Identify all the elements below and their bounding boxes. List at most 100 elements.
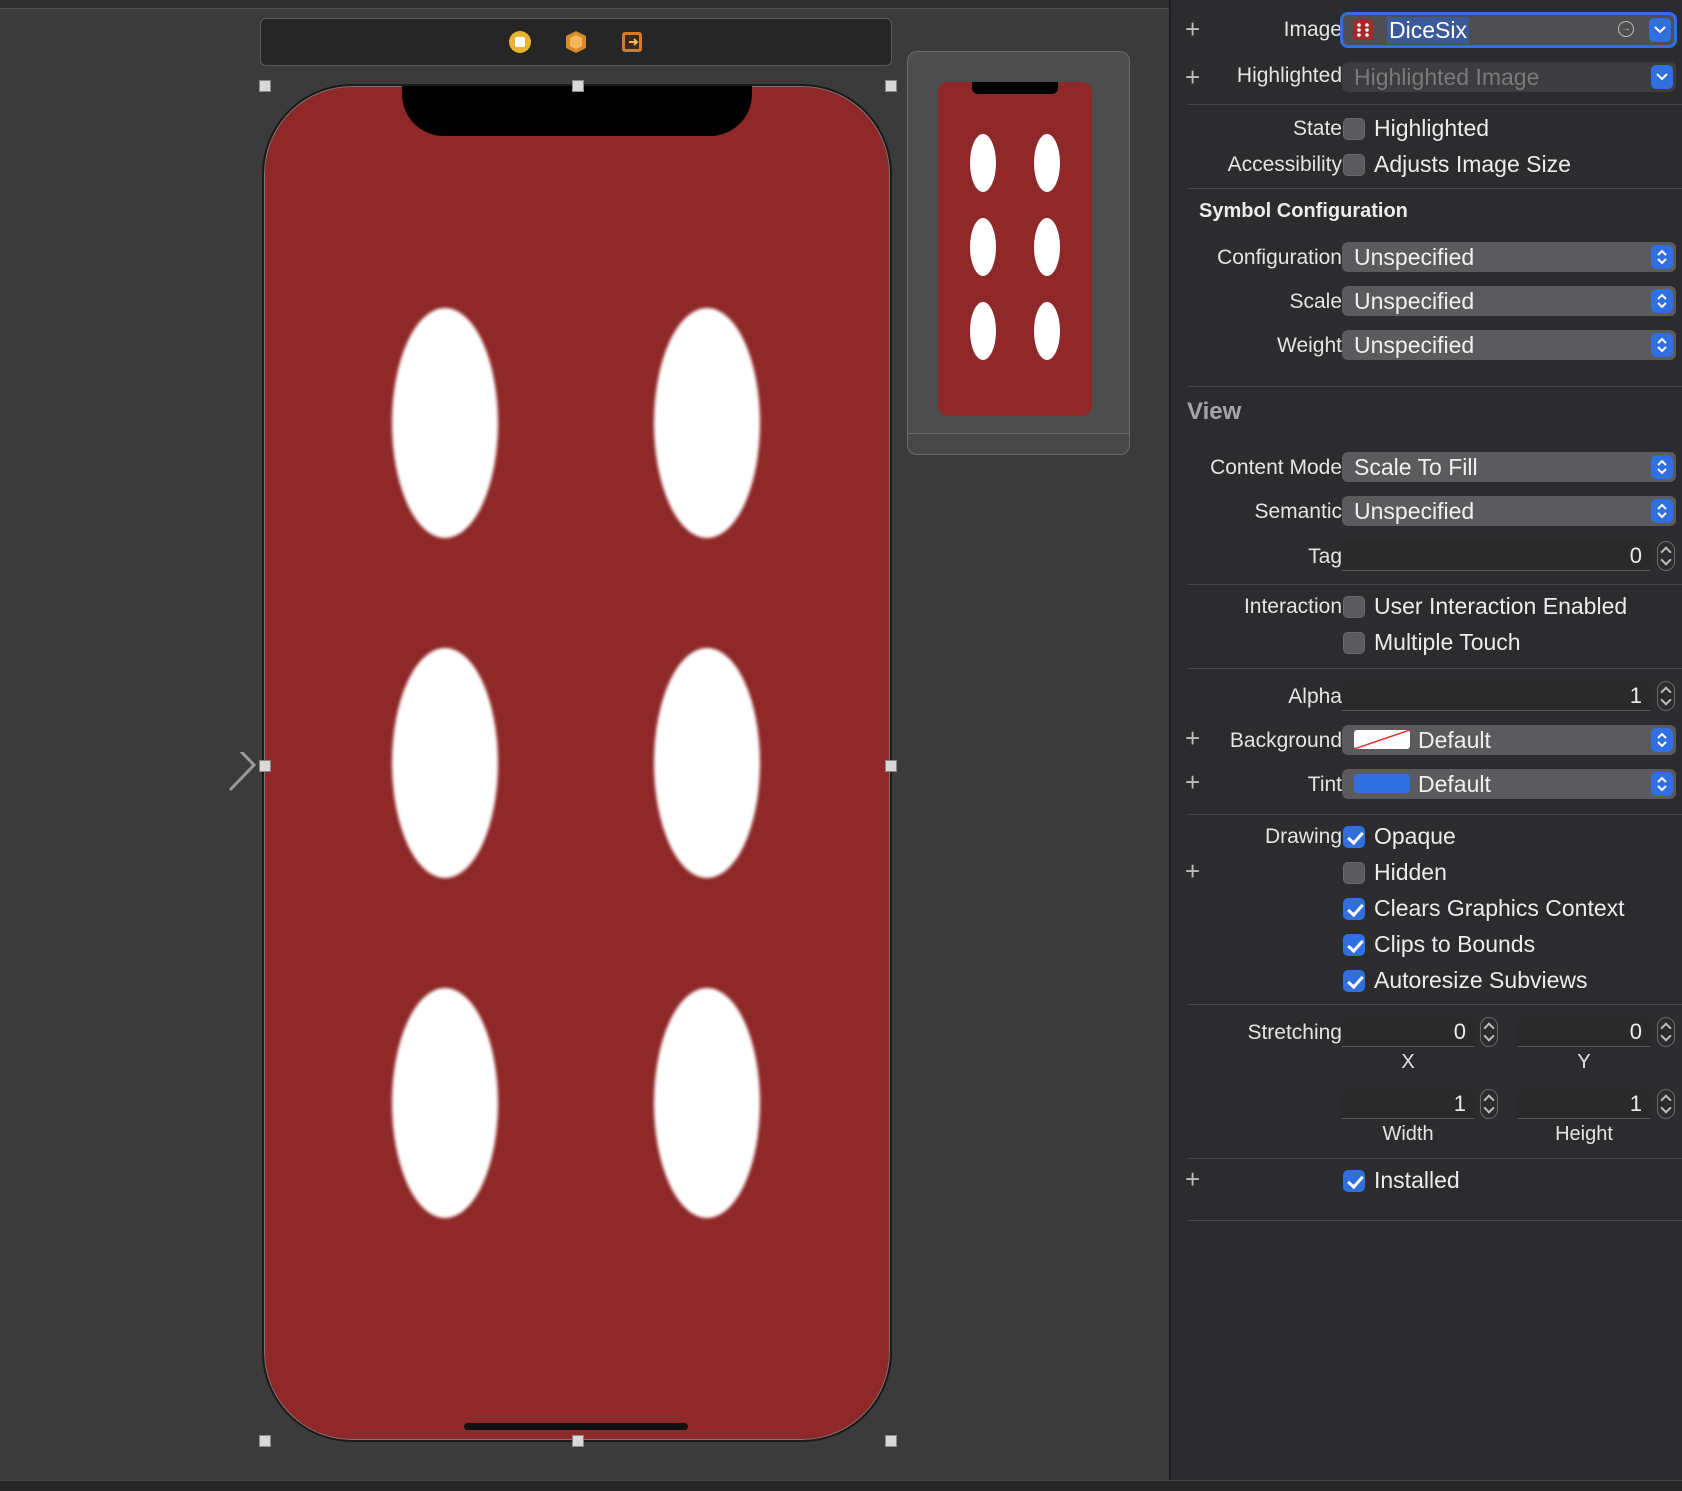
scale-popup[interactable]: Unspecified xyxy=(1342,286,1676,316)
installed-label[interactable]: Installed xyxy=(1374,1167,1460,1194)
background-label: Background xyxy=(1229,729,1342,752)
add-variation-icon[interactable]: + xyxy=(1185,14,1200,45)
add-variation-icon[interactable]: + xyxy=(1185,767,1200,798)
stretching-x-value: 0 xyxy=(1453,1019,1466,1044)
dice-pip xyxy=(392,648,498,878)
alpha-field[interactable]: 1 xyxy=(1342,681,1650,711)
stretching-label: Stretching xyxy=(1247,1021,1342,1044)
highlighted-dropdown-chevron-icon[interactable] xyxy=(1651,65,1673,89)
image-value[interactable]: DiceSix xyxy=(1387,17,1469,44)
minimap-pip xyxy=(970,134,996,192)
separator xyxy=(1187,104,1682,105)
resize-handle-bottom-left[interactable] xyxy=(259,1435,271,1447)
stretching-width-stepper[interactable] xyxy=(1480,1089,1498,1119)
image-dropdown-chevron-icon[interactable] xyxy=(1649,18,1671,42)
add-variation-icon[interactable]: + xyxy=(1185,1164,1200,1195)
clears-graphics-context-checkbox[interactable] xyxy=(1343,898,1365,920)
resize-handle-left[interactable] xyxy=(259,760,271,772)
clips-to-bounds-row: Clips to Bounds xyxy=(1171,930,1682,960)
installed-checkbox[interactable] xyxy=(1343,1170,1365,1192)
minimap-footer xyxy=(908,433,1129,454)
stretching-width-field[interactable]: 1 xyxy=(1342,1089,1474,1119)
multiple-touch-label[interactable]: Multiple Touch xyxy=(1374,629,1521,656)
clips-to-bounds-label[interactable]: Clips to Bounds xyxy=(1374,931,1535,958)
alpha-stepper[interactable] xyxy=(1657,681,1675,711)
resize-handle-bottom[interactable] xyxy=(572,1435,584,1447)
tag-stepper[interactable] xyxy=(1657,541,1675,571)
drawing-label: Drawing xyxy=(1264,825,1342,848)
image-label: Image xyxy=(1283,18,1342,41)
no-color-swatch-icon xyxy=(1354,730,1410,749)
minimap-pip xyxy=(1034,218,1060,276)
resize-handle-bottom-right[interactable] xyxy=(885,1435,897,1447)
stretching-height-field[interactable]: 1 xyxy=(1518,1089,1650,1119)
resize-handle-right[interactable] xyxy=(885,760,897,772)
exit-icon[interactable] xyxy=(619,29,645,55)
home-indicator xyxy=(464,1423,688,1430)
configuration-popup[interactable]: Unspecified xyxy=(1342,242,1676,272)
add-variation-icon[interactable]: + xyxy=(1185,62,1200,93)
resize-handle-top-left[interactable] xyxy=(259,80,271,92)
tint-color-swatch-icon xyxy=(1354,774,1410,793)
add-variation-icon[interactable]: + xyxy=(1185,723,1200,754)
stretching-height-caption: Height xyxy=(1555,1123,1613,1145)
clips-to-bounds-checkbox[interactable] xyxy=(1343,934,1365,956)
stretching-height-stepper[interactable] xyxy=(1657,1089,1675,1119)
stretching-y-stepper[interactable] xyxy=(1657,1017,1675,1047)
stretching-x-stepper[interactable] xyxy=(1480,1017,1498,1047)
stretching-y-value: 0 xyxy=(1629,1019,1642,1044)
go-to-asset-icon[interactable]: → xyxy=(1618,21,1634,37)
minimap-pip xyxy=(970,302,996,360)
minimap-pip xyxy=(1034,302,1060,360)
content-mode-row: Content Mode Scale To Fill xyxy=(1171,452,1682,482)
tag-field[interactable]: 0 xyxy=(1342,541,1650,571)
view-controller-icon[interactable] xyxy=(507,29,533,55)
popup-stepper-icon xyxy=(1651,333,1673,357)
highlighted-image-combobox[interactable]: Highlighted Image xyxy=(1342,62,1676,92)
add-variation-icon[interactable]: + xyxy=(1185,856,1200,887)
multiple-touch-checkbox[interactable] xyxy=(1343,632,1365,654)
separator xyxy=(1187,1220,1682,1221)
content-mode-popup[interactable]: Scale To Fill xyxy=(1342,452,1676,482)
image-combobox[interactable]: DiceSix → xyxy=(1340,12,1677,48)
drawing-row: Drawing Opaque xyxy=(1171,822,1682,852)
user-interaction-enabled-checkbox[interactable] xyxy=(1343,596,1365,618)
popup-stepper-icon xyxy=(1651,455,1673,479)
scene-minimap[interactable] xyxy=(907,51,1130,455)
tag-row: Tag 0 xyxy=(1171,541,1682,571)
opaque-checkbox[interactable] xyxy=(1343,826,1365,848)
resize-handle-top[interactable] xyxy=(572,80,584,92)
tint-color-popup[interactable]: Default xyxy=(1342,769,1676,799)
popup-stepper-icon xyxy=(1651,245,1673,269)
clears-graphics-context-label[interactable]: Clears Graphics Context xyxy=(1374,895,1625,922)
alpha-row: Alpha 1 xyxy=(1171,681,1682,711)
highlighted-checkbox[interactable] xyxy=(1343,118,1365,140)
autoresize-subviews-checkbox[interactable] xyxy=(1343,970,1365,992)
image-row: + Image DiceSix → xyxy=(1171,12,1682,48)
adjusts-image-size-checkbox[interactable] xyxy=(1343,154,1365,176)
hidden-checkbox[interactable] xyxy=(1343,862,1365,884)
minimap-pip xyxy=(970,218,996,276)
highlighted-checkbox-label[interactable]: Highlighted xyxy=(1374,115,1489,142)
stretching-y-field[interactable]: 0 xyxy=(1518,1017,1650,1047)
view-section-heading[interactable]: View xyxy=(1187,398,1241,426)
scale-row: Scale Unspecified xyxy=(1171,286,1682,316)
background-color-popup[interactable]: Default xyxy=(1342,725,1676,755)
resize-handle-top-right[interactable] xyxy=(885,80,897,92)
hidden-label[interactable]: Hidden xyxy=(1374,859,1447,886)
autoresize-subviews-label[interactable]: Autoresize Subviews xyxy=(1374,967,1588,994)
adjusts-image-size-label[interactable]: Adjusts Image Size xyxy=(1374,151,1571,178)
opaque-label[interactable]: Opaque xyxy=(1374,823,1456,850)
highlighted-row: + Highlighted Highlighted Image xyxy=(1171,62,1682,92)
accessibility-row: Accessibility Adjusts Image Size xyxy=(1171,150,1682,180)
attributes-inspector: + Image DiceSix → + Highlighted Highligh… xyxy=(1171,0,1682,1490)
stretching-x-field[interactable]: 0 xyxy=(1342,1017,1474,1047)
configuration-label: Configuration xyxy=(1217,246,1342,269)
image-view-dice-six[interactable] xyxy=(262,84,892,1442)
user-interaction-enabled-label[interactable]: User Interaction Enabled xyxy=(1374,593,1627,620)
weight-popup[interactable]: Unspecified xyxy=(1342,330,1676,360)
storyboard-canvas[interactable] xyxy=(0,0,1169,1490)
semantic-popup[interactable]: Unspecified xyxy=(1342,496,1676,526)
popup-stepper-icon xyxy=(1651,289,1673,313)
first-responder-icon[interactable] xyxy=(563,29,589,55)
